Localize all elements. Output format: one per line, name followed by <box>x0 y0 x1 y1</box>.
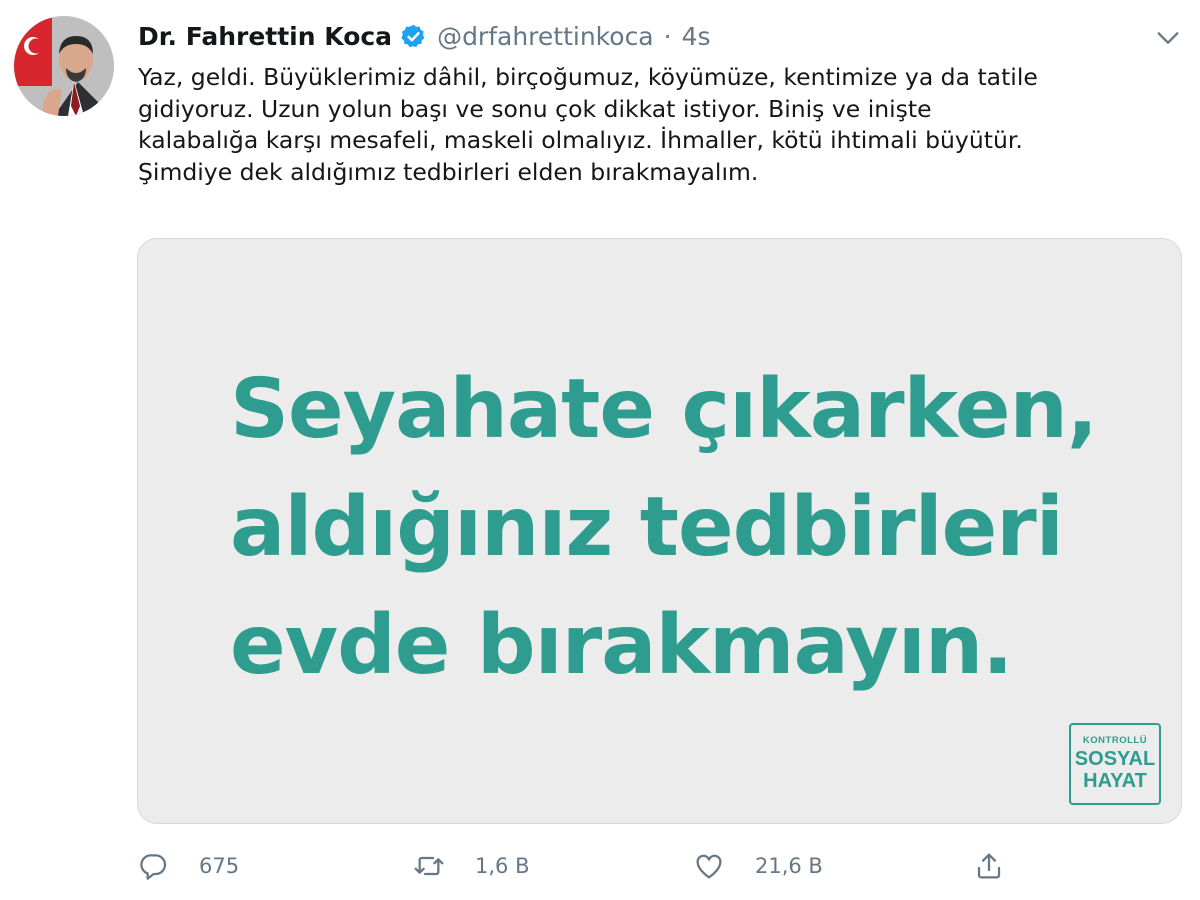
avatar-photo <box>14 16 114 116</box>
tweet-text-line: Şimdiye dek aldığımız tedbirleri elden b… <box>138 157 759 186</box>
chevron-down-icon[interactable] <box>1154 24 1182 52</box>
retweet-icon <box>414 856 444 876</box>
tweet-content: Dr. Fahrettin Koca @drfahrettinkoca · 4s… <box>138 16 1178 188</box>
separator-dot: · <box>663 21 672 51</box>
avatar[interactable] <box>14 16 114 116</box>
like-count: 21,6 B <box>755 854 823 878</box>
author-handle[interactable]: @drfahrettinkoca <box>437 22 654 51</box>
media-headline-line: aldığınız tedbirleri <box>230 480 1064 575</box>
verified-badge-icon <box>401 24 425 47</box>
timestamp[interactable]: 4s <box>682 22 711 51</box>
logo-line: SOSYAL <box>1074 748 1156 770</box>
tweet-text-line: Yaz, geldi. Büyüklerimiz dâhil, birçoğum… <box>138 63 1038 91</box>
share-icon <box>977 853 1001 879</box>
tweet-text-line: kalabalığa karşı mesafeli, maskeli olmal… <box>138 126 1023 154</box>
media-headline-line: evde bırakmayın. <box>230 598 1013 693</box>
tweet-text-line: gidiyoruz. Uzun yolun başı ve sonu çok d… <box>138 94 932 123</box>
media-headline: Seyahate çıkarken, aldığınız tedbirleri … <box>230 351 1098 705</box>
tweet-header: Dr. Fahrettin Koca @drfahrettinkoca · 4s <box>138 16 1178 56</box>
heart-icon <box>696 854 722 879</box>
media-headline-line: Seyahate çıkarken, <box>230 362 1098 457</box>
tweet-actions: 675 1,6 B 21,6 B <box>137 846 1137 886</box>
logo-line: KONTROLLÜ <box>1082 735 1148 746</box>
logo-line: HAYAT <box>1083 770 1147 792</box>
reply-button[interactable]: 675 <box>137 846 239 886</box>
kontrollu-sosyal-hayat-logo: KONTROLLÜ SOSYAL HAYAT <box>1069 723 1161 805</box>
author-name[interactable]: Dr. Fahrettin Koca <box>138 22 392 51</box>
tweet-media-image[interactable]: Seyahate çıkarken, aldığınız tedbirleri … <box>137 238 1182 824</box>
tweet-text: Yaz, geldi. Büyüklerimiz dâhil, birçoğum… <box>138 62 1178 188</box>
like-button[interactable]: 21,6 B <box>693 846 823 886</box>
retweet-button[interactable]: 1,6 B <box>413 846 529 886</box>
share-button[interactable] <box>973 846 1005 886</box>
reply-icon <box>140 854 167 880</box>
reply-count: 675 <box>199 854 240 878</box>
retweet-count: 1,6 B <box>475 854 530 878</box>
tweet-card: Dr. Fahrettin Koca @drfahrettinkoca · 4s… <box>0 0 1200 900</box>
